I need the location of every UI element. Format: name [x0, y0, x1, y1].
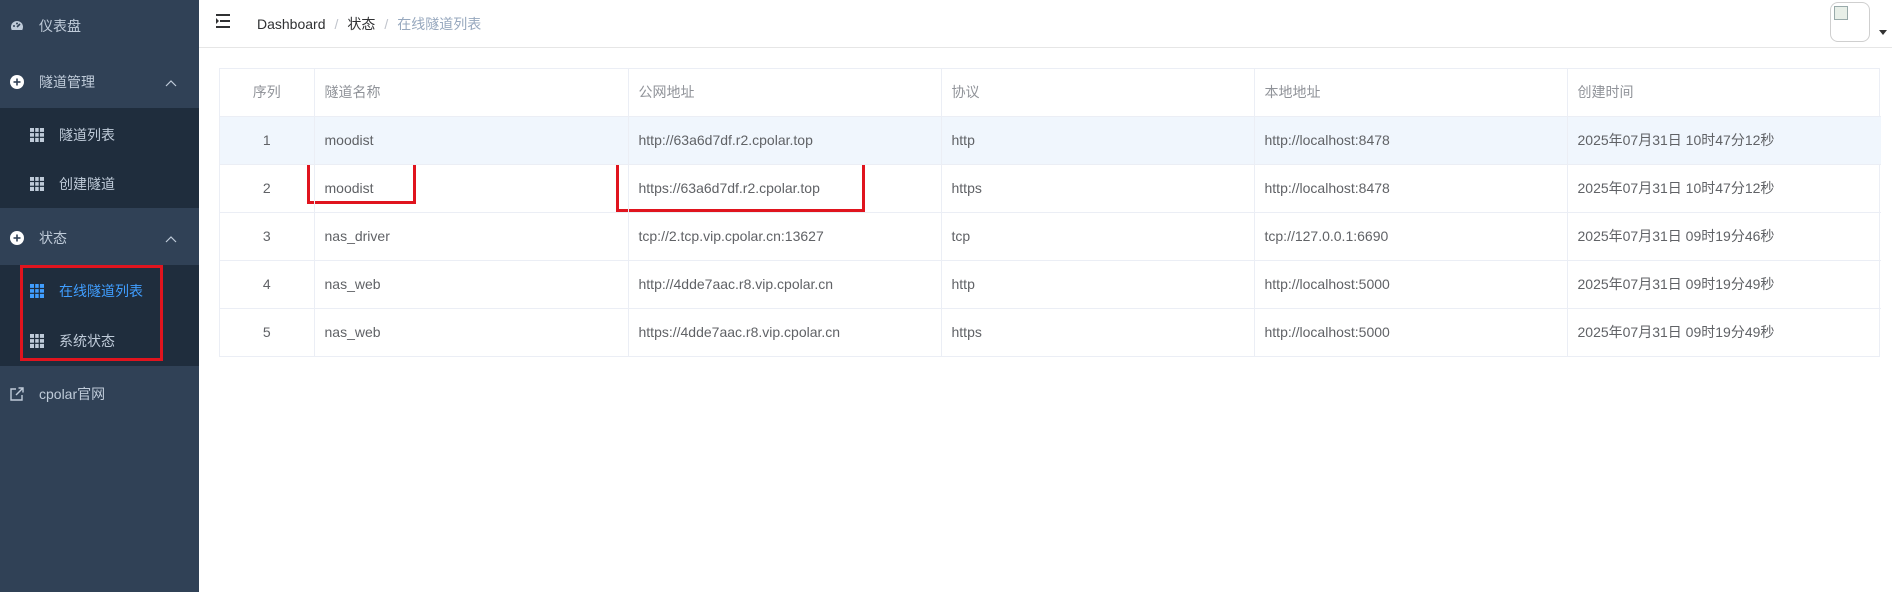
caret-down-icon[interactable] — [1879, 30, 1887, 35]
cell-name: nas_web — [314, 260, 629, 309]
cell-created-time: 2025年07月31日 09时19分46秒 — [1567, 212, 1881, 261]
cell-protocol: http — [941, 116, 1255, 165]
cell-name: moodist — [314, 164, 629, 213]
avatar[interactable] — [1830, 2, 1870, 42]
sidebar-item-label: 创建隧道 — [59, 176, 115, 192]
cell-protocol: https — [941, 164, 1255, 213]
column-header-protocol: 协议 — [941, 69, 1255, 117]
cell-index: 3 — [220, 212, 315, 261]
plus-circle-icon — [9, 230, 25, 246]
cell-created-time: 2025年07月31日 10时47分12秒 — [1567, 116, 1881, 165]
external-link-icon — [9, 386, 25, 402]
chevron-up-icon — [165, 230, 177, 246]
cell-created-time: 2025年07月31日 09时19分49秒 — [1567, 260, 1881, 309]
column-header-public-url: 公网地址 — [628, 69, 942, 117]
sidebar-item-label: 隧道管理 — [39, 74, 95, 90]
sidebar-item-label: 仪表盘 — [39, 18, 81, 34]
cell-public-url: https://4dde7aac.r8.vip.cpolar.cn — [628, 308, 942, 356]
sidebar-item-tunnel-list[interactable]: 隧道列表 — [0, 110, 199, 160]
cell-protocol: https — [941, 308, 1255, 356]
table-row[interactable]: 1 moodist http://63a6d7df.r2.cpolar.top … — [220, 116, 1881, 165]
plus-circle-icon — [9, 74, 25, 90]
cell-index: 5 — [220, 308, 315, 356]
column-header-created-time: 创建时间 — [1567, 69, 1881, 117]
cell-public-url: http://4dde7aac.r8.vip.cpolar.cn — [628, 260, 942, 309]
cell-public-url: tcp://2.tcp.vip.cpolar.cn:13627 — [628, 212, 942, 261]
cell-public-url: http://63a6d7df.r2.cpolar.top — [628, 116, 942, 165]
chevron-up-icon — [165, 74, 177, 90]
breadcrumb-separator: / — [384, 16, 389, 32]
breadcrumb-current: 在线隧道列表 — [397, 16, 482, 32]
cell-name: nas_driver — [314, 212, 629, 261]
cell-local-address: tcp://127.0.0.1:6690 — [1254, 212, 1568, 261]
sidebar-item-dashboard[interactable]: 仪表盘 — [0, 0, 199, 52]
cell-created-time: 2025年07月31日 10时47分12秒 — [1567, 164, 1881, 213]
dashboard-icon — [9, 18, 25, 34]
cell-local-address: http://localhost:8478 — [1254, 164, 1568, 213]
cell-name: nas_web — [314, 308, 629, 356]
cell-index: 1 — [220, 116, 315, 165]
cell-protocol: http — [941, 260, 1255, 309]
table-row[interactable]: 2 moodist https://63a6d7df.r2.cpolar.top… — [220, 164, 1881, 213]
highlight-box-sidebar — [20, 265, 163, 361]
cell-protocol: tcp — [941, 212, 1255, 261]
navbar: Dashboard / 状态 / 在线隧道列表 — [199, 0, 1892, 48]
table-row[interactable]: 5 nas_web https://4dde7aac.r8.vip.cpolar… — [220, 308, 1881, 356]
column-header-index: 序列 — [220, 69, 315, 117]
sidebar-item-status[interactable]: 状态 — [0, 212, 199, 264]
table-row[interactable]: 3 nas_driver tcp://2.tcp.vip.cpolar.cn:1… — [220, 212, 1881, 261]
online-tunnel-table: 序列 隧道名称 公网地址 协议 本地地址 创建时间 1 moodist http… — [219, 68, 1881, 357]
cell-public-url: https://63a6d7df.r2.cpolar.top — [628, 164, 942, 213]
cell-local-address: http://localhost:5000 — [1254, 308, 1568, 356]
table-header-row: 序列 隧道名称 公网地址 协议 本地地址 创建时间 — [220, 69, 1881, 117]
breadcrumb-separator: / — [334, 16, 339, 32]
cell-index: 2 — [220, 164, 315, 213]
hamburger-menu-icon[interactable] — [216, 13, 234, 29]
sidebar-item-create-tunnel[interactable]: 创建隧道 — [0, 159, 199, 209]
cell-created-time: 2025年07月31日 09时19分49秒 — [1577, 324, 1775, 341]
cell-local-address: http://localhost:8478 — [1254, 116, 1568, 165]
sidebar-item-label: 隧道列表 — [59, 127, 115, 143]
sidebar-item-official-site[interactable]: cpolar官网 — [0, 368, 199, 420]
table-row[interactable]: 4 nas_web http://4dde7aac.r8.vip.cpolar.… — [220, 260, 1881, 309]
breadcrumb-status: 状态 — [347, 16, 376, 32]
cell-name: moodist — [314, 116, 629, 165]
broken-image-icon — [1834, 6, 1848, 20]
cell-index: 4 — [220, 260, 315, 309]
cell-local-address: http://localhost:5000 — [1254, 260, 1568, 309]
sidebar-item-label: cpolar官网 — [39, 386, 106, 402]
table-icon — [30, 177, 44, 191]
sidebar-item-label: 状态 — [39, 230, 67, 246]
breadcrumb-dashboard[interactable]: Dashboard — [257, 16, 326, 32]
column-header-name: 隧道名称 — [314, 69, 629, 117]
table-icon — [30, 128, 44, 142]
breadcrumb: Dashboard / 状态 / 在线隧道列表 — [257, 14, 481, 34]
sidebar-item-tunnel-management[interactable]: 隧道管理 — [0, 56, 199, 108]
column-header-local-address: 本地地址 — [1254, 69, 1568, 117]
